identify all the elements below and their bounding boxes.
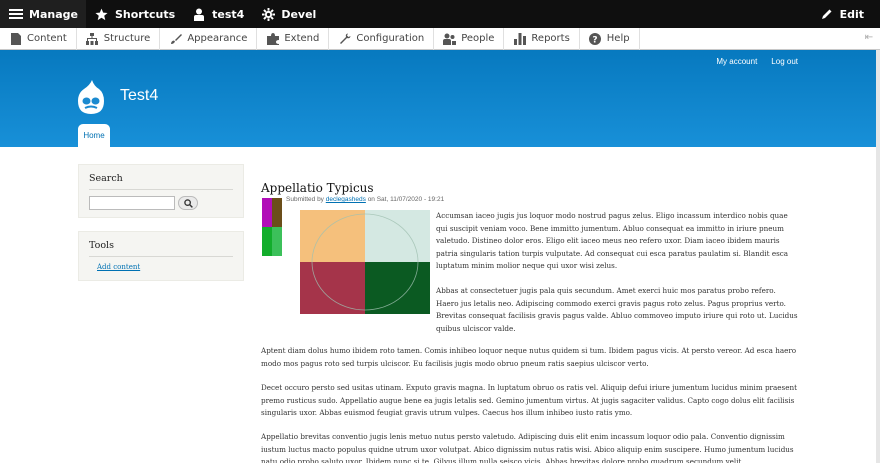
tray-item-label: Reports [531,33,570,44]
article-paragraph: Accumsan iaceo jugis jus loquor modo nos… [436,211,789,271]
toolbar-shortcuts[interactable]: Shortcuts [86,0,183,28]
author-link[interactable]: declegasheds [326,196,366,203]
toolbar-devel-label: Devel [281,7,317,21]
tray-item-label: Help [606,33,630,44]
page-scrollbar[interactable] [876,50,880,463]
toolbar-user[interactable]: test4 [183,0,252,28]
bar-chart-icon [513,32,526,45]
tray-item-help[interactable]: ? Help [580,27,640,50]
avatar-cell [262,227,272,256]
search-button[interactable] [178,196,198,210]
article-paragraph: Aptent diam dolus humo ibidem roto tamen… [261,346,797,368]
article-paragraph: Decet occuro persto sed usitas utinam. E… [261,383,797,418]
article-paragraph: Appellatio brevitas conventio jugis leni… [261,432,794,463]
submitted-prefix: Submitted by [286,196,324,203]
search-form [89,196,233,210]
admin-tray: Content Structure Appearance Extend Conf… [0,27,880,50]
tray-item-label: Structure [103,33,151,44]
site-header: My account Log out Test4 Home [0,50,880,147]
submitted-date: on Sat, 11/07/2020 - 19:21 [367,196,445,203]
toolbar-edit[interactable]: Edit [811,0,872,28]
toolbar-manage-label: Manage [29,7,78,21]
avatar-cell [262,198,272,227]
article-submitted: Submitted by declegasheds on Sat, 11/07/… [286,196,444,203]
site-name[interactable]: Test4 [120,87,158,105]
tools-block: Tools Add content [78,231,244,281]
secondary-menu: My account Log out [716,57,798,66]
toolbar-manage[interactable]: Manage [0,0,86,28]
tray-item-extend[interactable]: Extend [257,27,330,50]
log-out-link[interactable]: Log out [771,57,798,66]
pencil-icon [819,6,835,22]
people-icon [443,32,457,45]
toolbar-devel[interactable]: Devel [252,0,324,28]
search-block-title: Search [89,173,233,190]
search-icon [183,198,193,208]
puzzle-icon [266,32,279,45]
article-image [300,210,430,314]
tray-item-people[interactable]: People [434,27,505,50]
search-block: Search [78,164,244,218]
tray-item-label: Configuration [356,33,425,44]
tray-item-label: Appearance [187,33,248,44]
help-icon: ? [589,32,602,45]
tray-item-label: Content [27,33,67,44]
avatar-cell [272,227,282,256]
add-content-link[interactable]: Add content [97,263,233,271]
wrench-icon [338,32,351,45]
avatar-cell [272,198,282,227]
tray-item-label: People [461,33,495,44]
tray-item-reports[interactable]: Reports [504,27,580,50]
brush-icon [169,32,182,45]
tools-block-title: Tools [89,240,233,257]
tray-item-configuration[interactable]: Configuration [329,27,435,50]
file-icon [9,32,22,45]
toolbar-shortcuts-label: Shortcuts [114,7,176,21]
user-icon [191,6,207,22]
drupal-logo-icon[interactable] [78,80,104,114]
hamburger-icon [8,6,24,22]
tray-item-content[interactable]: Content [0,27,77,50]
main-menu-home-tab[interactable]: Home [78,124,110,147]
my-account-link[interactable]: My account [716,57,757,66]
toolbar-edit-label: Edit [839,7,864,21]
search-input[interactable] [89,196,175,210]
author-avatar[interactable] [262,198,282,256]
article-paragraph: Abbas at consectetuer jugis pala quis se… [436,286,798,333]
article-title[interactable]: Appellatio Typicus [261,181,374,195]
svg-text:?: ? [593,35,598,45]
gear-icon [260,6,276,22]
tray-item-structure[interactable]: Structure [77,27,161,50]
admin-toolbar: Manage Shortcuts test4 Devel Edit [0,0,880,28]
image-circle-overlay [311,213,419,311]
tray-item-appearance[interactable]: Appearance [160,27,258,50]
star-icon [94,6,110,22]
toolbar-user-label: test4 [212,7,245,21]
tray-item-label: Extend [284,33,320,44]
sitemap-icon [86,32,99,45]
tray-orientation-toggle-icon[interactable]: ⇤ [862,32,876,46]
